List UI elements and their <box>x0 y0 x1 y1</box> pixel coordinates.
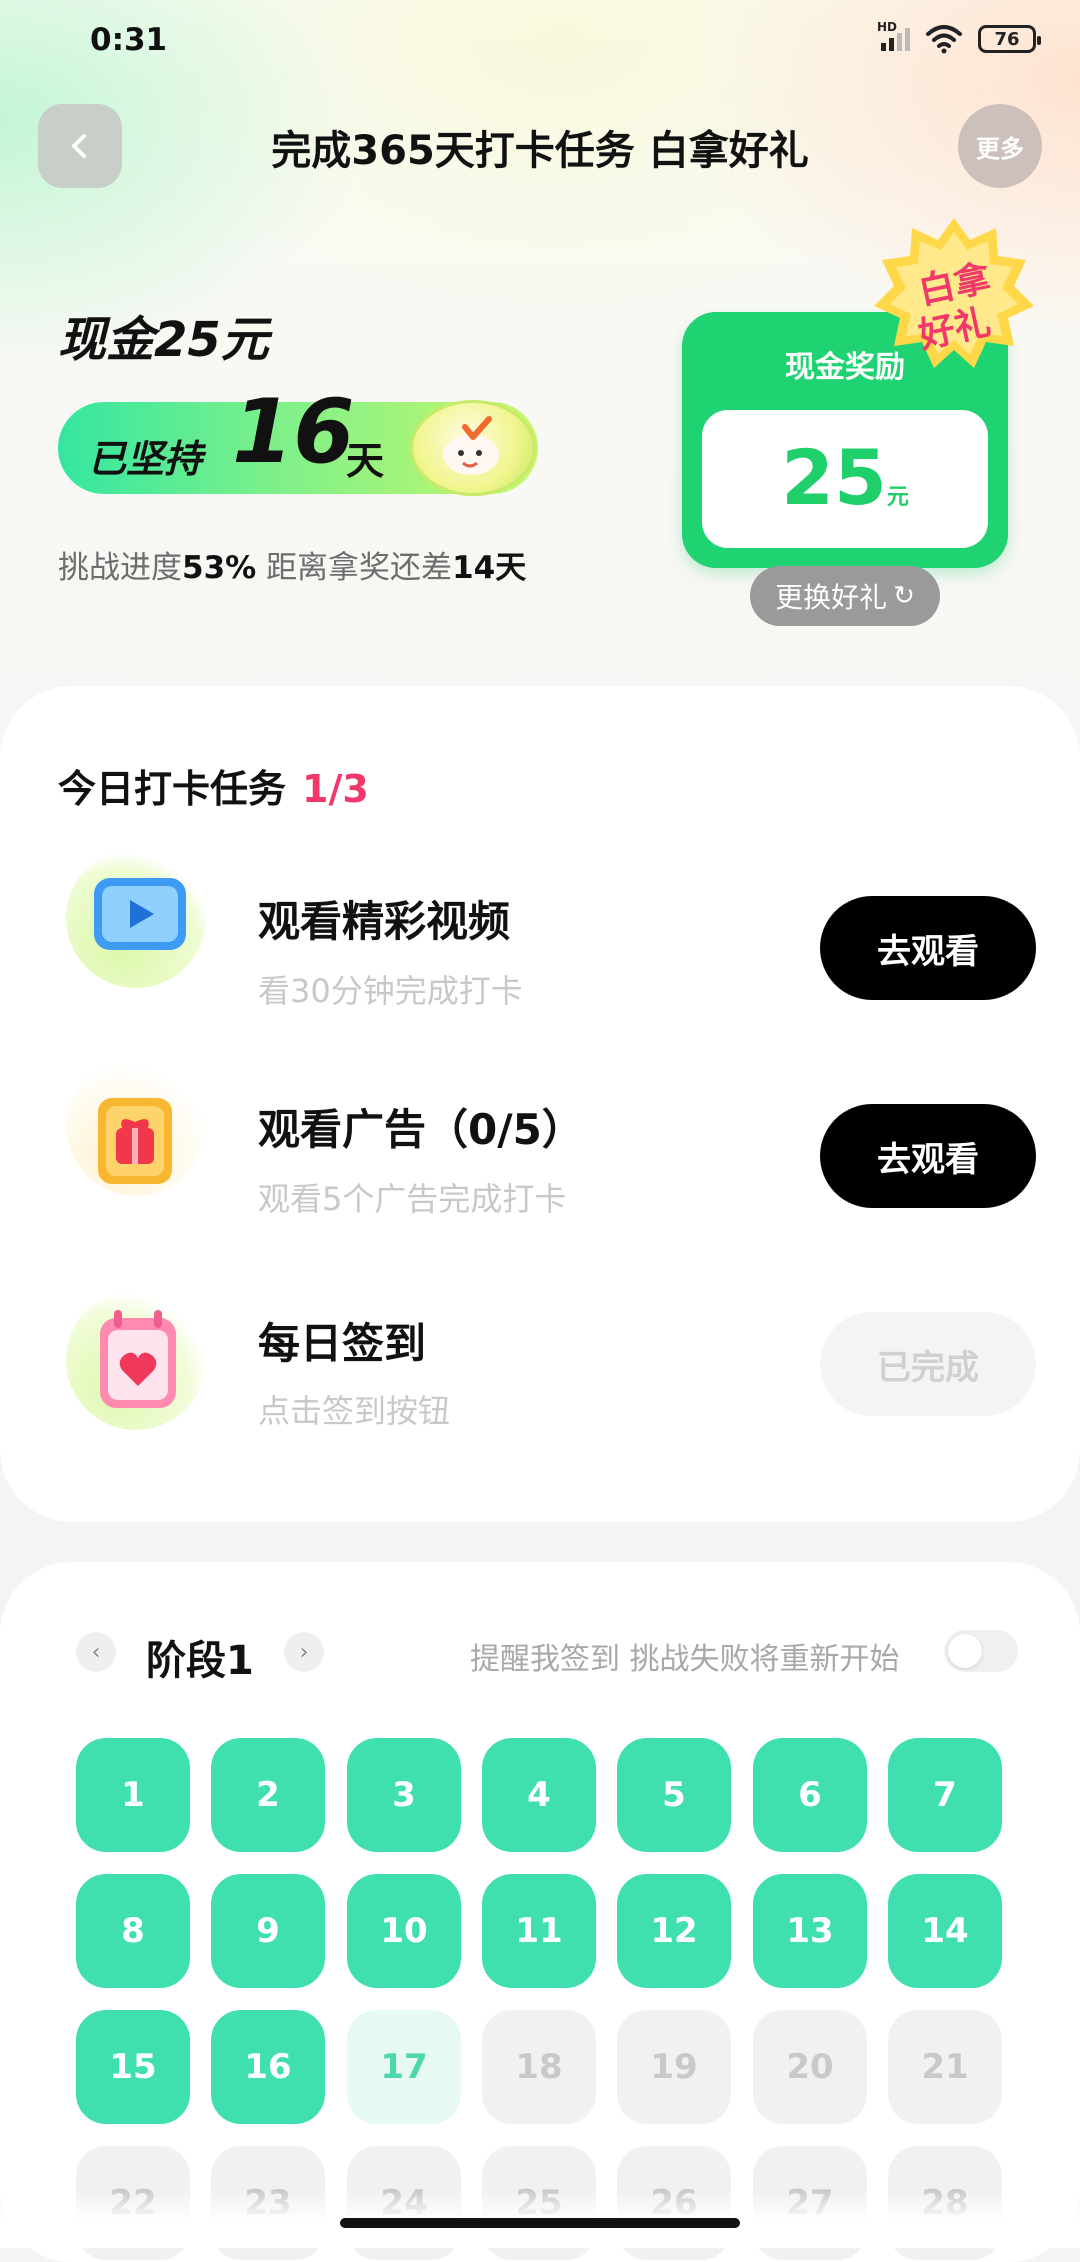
status-icons: HD 76 <box>877 20 1041 54</box>
day-cell[interactable]: 17 <box>347 2010 461 2124</box>
day-cell[interactable]: 2 <box>211 1738 325 1852</box>
day-cell[interactable]: 5 <box>617 1738 731 1852</box>
streak-days: 16 <box>232 380 355 483</box>
cash-title: 现金25元 <box>58 312 269 368</box>
prev-stage-button[interactable]: ‹ <box>76 1632 116 1672</box>
home-indicator <box>340 2218 740 2228</box>
challenge-progress: 挑战进度53% 距离拿奖还差14天 <box>58 550 527 586</box>
task-title-checkin: 每日签到 <box>258 1319 427 1368</box>
daily-tasks-title: 今日打卡任务 1/3 <box>58 767 369 811</box>
signal-icon: HD <box>877 20 910 51</box>
day-cell[interactable]: 13 <box>753 1874 867 1988</box>
network-type: HD <box>877 19 898 34</box>
day-cell[interactable]: 8 <box>76 1874 190 1988</box>
watch-ads-button[interactable]: 去观看 <box>820 1104 1036 1208</box>
day-cell[interactable]: 20 <box>753 2010 867 2124</box>
next-stage-button[interactable]: › <box>284 1632 324 1672</box>
day-cell[interactable]: 6 <box>753 1738 867 1852</box>
more-button[interactable]: 更多 <box>958 104 1042 188</box>
wifi-icon <box>926 25 962 54</box>
reminder-label: 提醒我签到 挑战失败将重新开始 <box>470 1642 900 1677</box>
refresh-icon: ↻ <box>893 581 915 611</box>
task-subtitle-checkin: 点击签到按钮 <box>258 1392 451 1430</box>
day-cell[interactable]: 19 <box>617 2010 731 2124</box>
streak-prefix: 已坚持 <box>88 437 203 481</box>
heart-calendar-icon <box>66 1290 206 1430</box>
task-subtitle-ads: 观看5个广告完成打卡 <box>258 1180 567 1218</box>
streak-suffix: 天 <box>346 439 385 483</box>
day-cell[interactable]: 16 <box>211 2010 325 2124</box>
battery-icon: 76 <box>978 25 1041 53</box>
day-cell[interactable]: 9 <box>211 1874 325 1988</box>
day-cell[interactable]: 21 <box>888 2010 1002 2124</box>
progress-percent: 53% <box>182 550 257 586</box>
page-title: 完成365天打卡任务 白拿好礼 <box>271 128 809 174</box>
day-cell[interactable]: 10 <box>347 1874 461 1988</box>
reward-amount: 25元 <box>781 433 909 522</box>
day-cell[interactable]: 18 <box>482 2010 596 2124</box>
task-subtitle-video: 看30分钟完成打卡 <box>258 972 523 1010</box>
day-cell[interactable]: 11 <box>482 1874 596 1988</box>
chevron-right-icon: › <box>299 1639 309 1665</box>
day-cell[interactable]: 14 <box>888 1874 1002 1988</box>
tasks-progress-count: 1/3 <box>302 767 369 811</box>
mascot-icon <box>410 400 536 496</box>
watch-video-button[interactable]: 去观看 <box>820 896 1036 1000</box>
days-remaining: 14天 <box>452 550 527 586</box>
task-title-ads: 观看广告（0/5） <box>258 1105 584 1154</box>
stage-label: 阶段1 <box>146 1638 254 1684</box>
battery-level: 76 <box>994 28 1020 50</box>
change-gift-button[interactable]: 更换好礼 ↻ <box>750 566 940 626</box>
checkin-completed-button[interactable]: 已完成 <box>820 1312 1036 1416</box>
day-cell[interactable]: 7 <box>888 1738 1002 1852</box>
day-cell[interactable]: 1 <box>76 1738 190 1852</box>
day-cell[interactable]: 4 <box>482 1738 596 1852</box>
status-time: 0:31 <box>90 22 168 58</box>
day-cell[interactable]: 12 <box>617 1874 731 1988</box>
free-gift-badge: 白拿 好礼 <box>870 214 1038 382</box>
reward-unit: 元 <box>886 485 909 510</box>
gift-box-icon <box>66 1056 206 1196</box>
day-cell[interactable]: 3 <box>347 1738 461 1852</box>
video-play-icon <box>66 848 206 988</box>
day-cell[interactable]: 15 <box>76 2010 190 2124</box>
reminder-toggle-knob <box>948 1634 982 1668</box>
task-title-video: 观看精彩视频 <box>258 897 511 946</box>
chevron-left-icon: ‹ <box>91 1639 101 1665</box>
